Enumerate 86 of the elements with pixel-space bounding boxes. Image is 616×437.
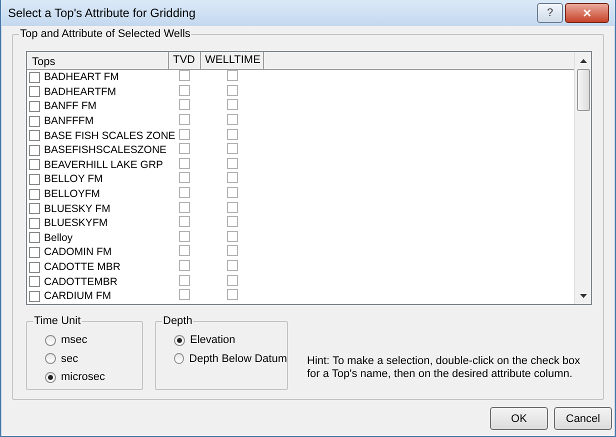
checkbox[interactable] <box>227 114 238 126</box>
top-name: BLUESKY FM <box>44 202 110 215</box>
checkbox[interactable] <box>29 100 40 112</box>
checkbox[interactable] <box>227 202 238 213</box>
radio-label[interactable]: microsec <box>61 371 106 384</box>
group-title: Depth <box>162 315 194 327</box>
checkbox[interactable] <box>227 99 238 110</box>
radio-button[interactable] <box>45 372 56 383</box>
checkbox[interactable] <box>29 232 40 244</box>
checkbox[interactable] <box>227 274 238 286</box>
checkbox[interactable] <box>227 172 238 184</box>
checkbox[interactable] <box>227 187 238 198</box>
cancel-button[interactable]: Cancel <box>554 407 612 430</box>
checkbox[interactable] <box>179 172 190 184</box>
top-name: BLUESKYFM <box>44 217 108 230</box>
checkbox[interactable] <box>29 72 40 83</box>
hint-text: Hint: To make a selection, double-click on the check box for a Top's name, then on the desired attribute column. <box>307 355 582 381</box>
top-name: BELLOYFM <box>44 188 100 200</box>
checkbox[interactable] <box>227 84 238 96</box>
checkbox[interactable] <box>227 143 238 154</box>
checkbox[interactable] <box>227 289 238 300</box>
group-title: Top and Attribute of Selected Wells <box>19 28 192 40</box>
checkbox[interactable] <box>29 174 40 185</box>
top-name: BASEFISHSCALESZONE <box>44 144 167 156</box>
radio-label[interactable]: msec <box>61 334 88 346</box>
checkbox[interactable] <box>179 216 190 228</box>
checkbox[interactable] <box>179 245 190 256</box>
ok-button[interactable]: OK <box>490 407 548 430</box>
top-name: BADHEARTFM <box>44 86 116 98</box>
checkbox[interactable] <box>29 144 40 156</box>
top-name: CADOTTE MBR <box>44 261 120 274</box>
checkbox[interactable] <box>29 290 40 302</box>
checkbox[interactable] <box>179 70 190 82</box>
checkbox[interactable] <box>179 158 190 169</box>
checkbox[interactable] <box>227 216 238 228</box>
top-name: BASE FISH SCALES ZONE <box>44 130 176 142</box>
help-button[interactable]: ? <box>537 3 563 23</box>
column-header[interactable]: WELLTIME <box>201 52 264 69</box>
checkbox[interactable] <box>179 289 190 300</box>
top-name: CARDIUM FM <box>44 290 112 302</box>
group-title: Time Unit <box>33 315 82 327</box>
checkbox[interactable] <box>29 159 40 170</box>
checkbox[interactable] <box>227 128 238 140</box>
checkbox[interactable] <box>29 262 40 273</box>
checkbox[interactable] <box>227 245 238 256</box>
checkbox[interactable] <box>29 246 40 258</box>
checkbox[interactable] <box>29 203 40 214</box>
top-name: BANFFFM <box>44 115 94 128</box>
checkbox[interactable] <box>179 143 190 154</box>
top-name: BELLOY FM <box>44 173 103 186</box>
radio-button[interactable] <box>174 353 184 364</box>
checkbox[interactable] <box>179 187 190 198</box>
checkbox[interactable] <box>179 230 190 242</box>
top-name: BADHEART FM <box>44 71 119 84</box>
checkbox[interactable] <box>29 116 40 127</box>
checkbox[interactable] <box>179 274 190 286</box>
checkbox[interactable] <box>179 202 190 213</box>
top-name: BEAVERHILL LAKE GRP <box>44 158 164 171</box>
checkbox[interactable] <box>179 128 190 140</box>
column-header[interactable]: TVD <box>169 52 201 69</box>
radio-button[interactable] <box>45 334 56 346</box>
checkbox[interactable] <box>179 114 190 126</box>
top-name: CADOMIN FM <box>44 246 112 258</box>
radio-label[interactable]: Depth Below Datum <box>189 352 287 365</box>
checkbox[interactable] <box>179 260 190 272</box>
scrollbar-thumb[interactable] <box>576 69 590 111</box>
checkbox[interactable] <box>29 86 40 98</box>
radio-button[interactable] <box>45 353 56 364</box>
window-title: Select a Top's Attribute for Gridding <box>8 6 197 20</box>
checkbox[interactable] <box>227 230 238 242</box>
checkbox[interactable] <box>29 188 40 200</box>
checkbox[interactable] <box>227 158 238 169</box>
radio-button[interactable] <box>174 334 185 346</box>
top-name: CADOTTEMBR <box>44 276 118 288</box>
checkbox[interactable] <box>227 70 238 82</box>
checkbox[interactable] <box>179 99 190 110</box>
column-header[interactable]: Tops <box>27 52 169 69</box>
top-name: BANFF FM <box>44 100 96 112</box>
checkbox[interactable] <box>227 260 238 272</box>
radio-label[interactable]: sec <box>61 352 78 365</box>
checkbox[interactable] <box>29 276 40 288</box>
top-name: Belloy <box>44 232 73 244</box>
checkbox[interactable] <box>29 130 40 142</box>
checkbox[interactable] <box>29 218 40 229</box>
radio-label[interactable]: Elevation <box>190 334 236 346</box>
checkbox[interactable] <box>179 84 190 96</box>
